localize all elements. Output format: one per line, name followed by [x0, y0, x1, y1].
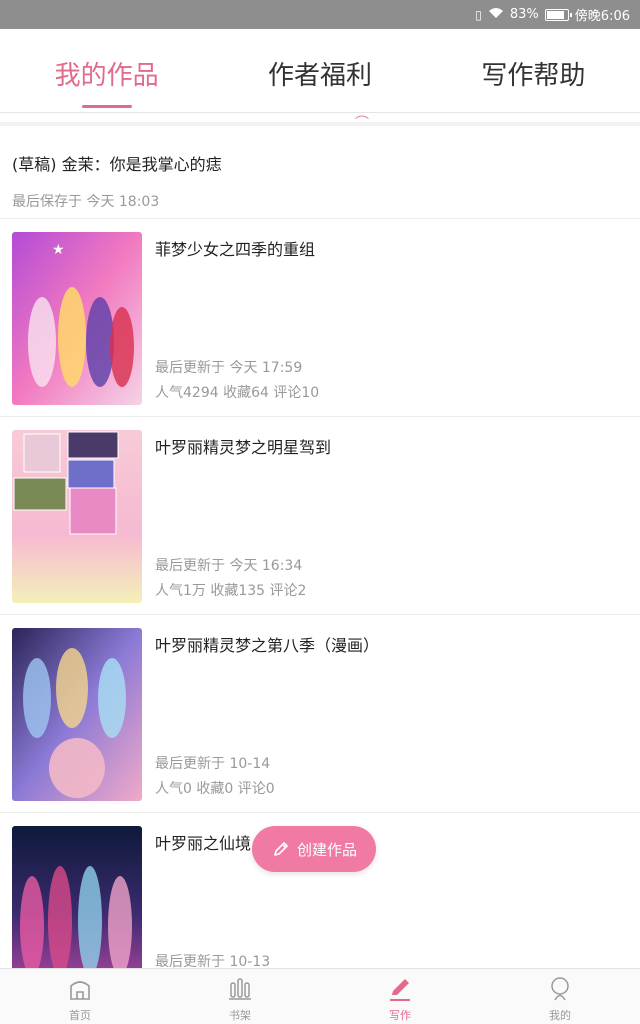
bookshelf-icon: [229, 978, 251, 1000]
work-item[interactable]: 叶罗丽精灵梦之明星驾到 最后更新于 今天 16:34 人气1万 收藏135 评论…: [0, 417, 640, 615]
nav-profile-label: 我的: [549, 1009, 571, 1022]
status-bar: ▯ 83% 傍晚6:06: [0, 0, 640, 29]
work-stats: 人气1万 收藏135 评论2: [155, 583, 307, 599]
nav-bookshelf-label: 书架: [229, 1009, 251, 1022]
work-title: 叶罗丽之仙境: [155, 834, 252, 853]
svg-text:★: ★: [52, 242, 65, 258]
work-stats: 人气0 收藏0 评论0: [155, 781, 275, 797]
battery-icon: [544, 8, 572, 21]
bottom-nav: 首页 书架 写作 我的: [0, 968, 640, 1024]
work-stats: 人气4294 收藏64 评论10: [155, 385, 320, 401]
draft-item[interactable]: (草稿) 金茉：你是我掌心的痣 最后保存于 今天 18:03: [0, 126, 640, 219]
nav-bookshelf[interactable]: 书架: [160, 969, 320, 1024]
work-item[interactable]: ★ 菲梦少女之四季的重组 最后更新于 今天 17:59 人气4294 收藏64 …: [0, 219, 640, 417]
tab-author-benefits[interactable]: 作者福利: [213, 29, 426, 112]
nav-write-label: 写作: [389, 1009, 411, 1022]
nav-home-label: 首页: [69, 1009, 91, 1022]
create-work-label: 创建作品: [296, 840, 357, 859]
create-work-button[interactable]: 创建作品: [252, 826, 376, 872]
top-tabs: 我的作品 作者福利 写作帮助: [0, 29, 640, 113]
work-cover: ★: [12, 232, 142, 405]
draft-saved-time: 最后保存于 今天 18:03: [12, 194, 160, 210]
work-cover: [12, 430, 142, 603]
work-cover: [12, 628, 142, 801]
nav-home[interactable]: 首页: [0, 969, 160, 1024]
work-updated: 最后更新于 今天 16:34: [155, 558, 303, 574]
work-updated: 最后更新于 10-13: [155, 954, 271, 968]
work-cover: [12, 826, 142, 968]
scroll-hint: ︵ ︶: [0, 113, 640, 122]
pencil-icon: [274, 842, 288, 856]
pen-icon: [390, 979, 410, 1001]
wifi-icon: [488, 7, 504, 22]
battery-percent: 83%: [509, 7, 539, 22]
work-updated: 最后更新于 今天 17:59: [155, 360, 303, 376]
work-title: 菲梦少女之四季的重组: [155, 240, 316, 259]
profile-icon: [551, 977, 569, 1001]
nav-profile[interactable]: 我的: [480, 969, 640, 1024]
draft-title: (草稿) 金茉：你是我掌心的痣: [12, 155, 222, 174]
nav-write[interactable]: 写作: [320, 969, 480, 1024]
home-icon: [70, 981, 90, 1000]
tab-my-works[interactable]: 我的作品: [0, 29, 213, 112]
work-title: 叶罗丽精灵梦之明星驾到: [155, 438, 332, 457]
clock: 傍晚6:06: [574, 9, 630, 24]
work-updated: 最后更新于 10-14: [155, 756, 271, 772]
work-item[interactable]: 叶罗丽精灵梦之第八季（漫画） 最后更新于 10-14 人气0 收藏0 评论0: [0, 615, 640, 813]
work-title: 叶罗丽精灵梦之第八季（漫画）: [155, 636, 380, 655]
tab-writing-help[interactable]: 写作帮助: [427, 29, 640, 112]
vibrate-icon: ▯: [475, 7, 482, 22]
